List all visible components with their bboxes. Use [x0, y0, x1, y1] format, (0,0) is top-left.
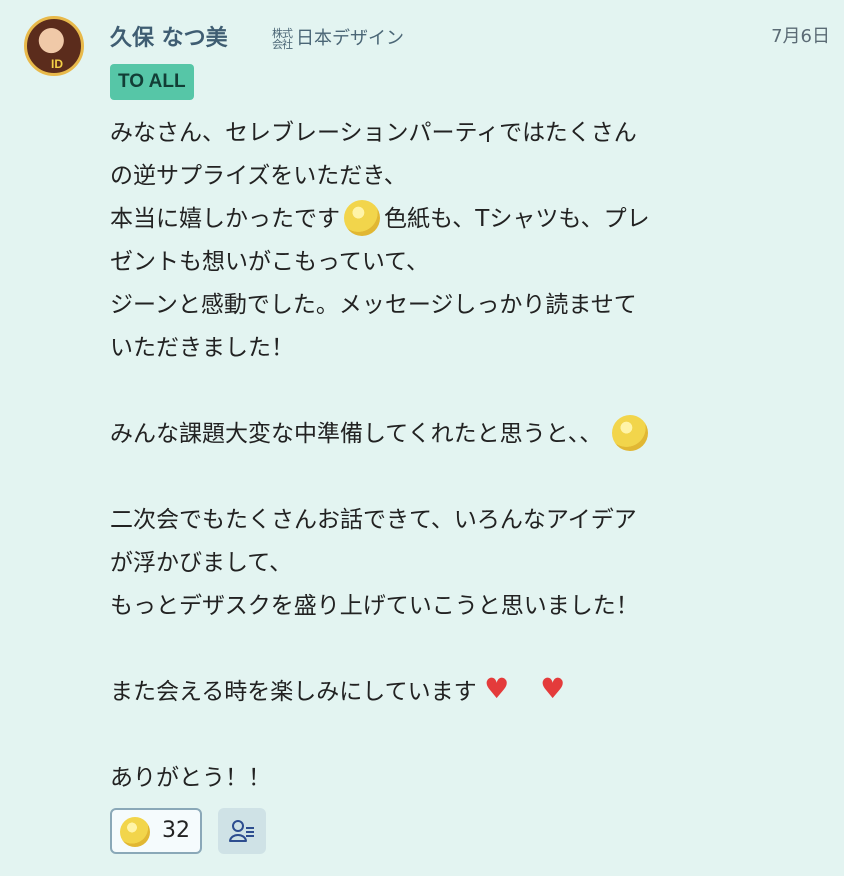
message-text: 色紙も、Tシャツも、プレ — [384, 206, 650, 232]
message-body: みなさん、セレブレーションパーティではたくさん の逆サプライズをいただき、 本当… — [110, 112, 830, 800]
company-prefix: 株式会社 — [272, 27, 293, 51]
reaction-count: 32 — [162, 818, 190, 843]
message-text: また会える時を楽しみにしています — [110, 679, 477, 705]
message-line: が浮かびまして、 — [110, 550, 293, 576]
to-all-badge: TO ALL — [110, 64, 194, 100]
message-text: 本当に嬉しかったです — [110, 206, 340, 232]
add-reaction-button[interactable] — [218, 808, 266, 854]
heart-icon: ♥ — [540, 671, 566, 705]
message-line: の逆サプライズをいただき、 — [110, 163, 407, 189]
message-line: いただきました！ — [110, 335, 294, 361]
message-line: もっとデザスクを盛り上げていこうと思いました！ — [110, 593, 639, 619]
message-line: みんな課題大変な中準備してくれたと思うと、、 — [110, 413, 830, 456]
users-list-icon — [229, 820, 254, 842]
message-text: みんな課題大変な中準備してくれたと思うと、、 — [110, 421, 603, 447]
author-name[interactable]: 久保 なつ美 — [110, 20, 228, 52]
company-name: 株式会社 日本デザイン — [270, 24, 404, 50]
message-line: ジーンと感動でした。メッセージしっかり読ませて — [110, 292, 637, 318]
avatar-badge: ID — [51, 57, 63, 71]
message-line: 二次会でもたくさんお話できて、いろんなアイデア — [110, 507, 637, 533]
message-line: みなさん、セレブレーションパーティではたくさん — [110, 120, 637, 146]
emoji-reaction-button[interactable]: 32 — [110, 808, 202, 854]
message-line: 本当に嬉しかったです 色紙も、Tシャツも、プレ — [110, 198, 830, 241]
user-avatar[interactable]: ID — [24, 16, 84, 76]
smiling-face-icon — [344, 199, 380, 236]
message-header: 久保 なつ美 株式会社 日本デザイン 7月6日 — [110, 20, 830, 52]
sad-face-icon — [612, 414, 649, 451]
message-line: また会える時を楽しみにしています ♥ ♥ — [110, 671, 830, 714]
message-line: ゼントも想いがこもっていて、 — [110, 249, 430, 275]
company-label: 日本デザイン — [296, 28, 404, 49]
heart-icon: ♥ — [484, 671, 510, 705]
message-line: ありがとう！！ — [110, 765, 271, 791]
pleading-face-icon — [120, 817, 150, 847]
message-date: 7月6日 — [771, 26, 830, 47]
